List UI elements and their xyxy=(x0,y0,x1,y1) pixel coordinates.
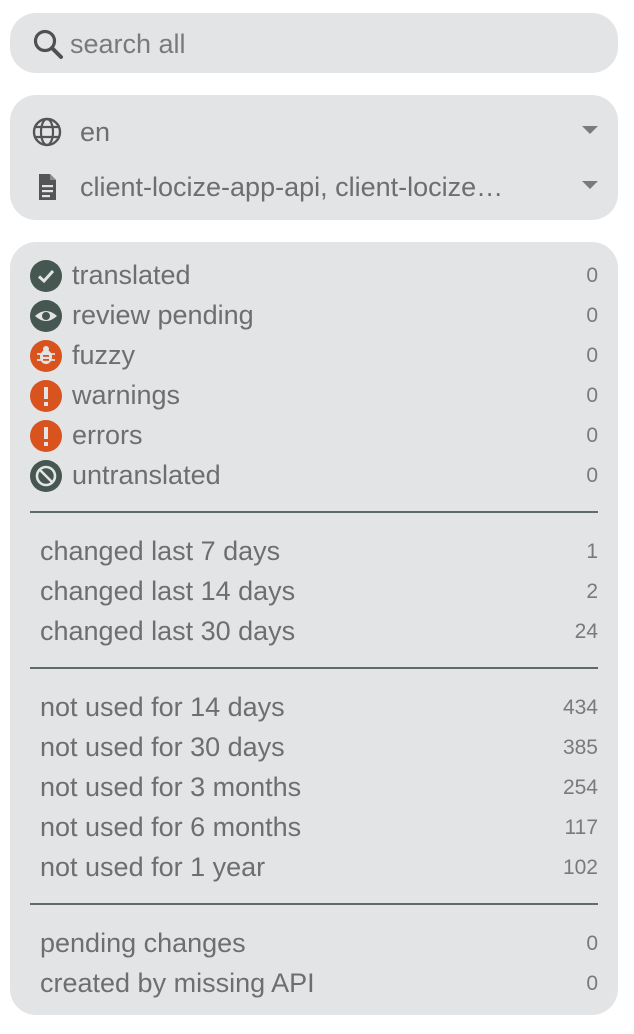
filter-label: errors xyxy=(72,420,143,450)
filter-count: 0 xyxy=(586,424,598,447)
chevron-down-icon xyxy=(582,126,598,134)
filter-errors[interactable]: errors 0 xyxy=(10,416,618,456)
chevron-down-icon xyxy=(582,181,598,189)
filter-count: 0 xyxy=(586,384,598,407)
filter-label: pending changes xyxy=(40,928,246,958)
filter-count: 24 xyxy=(574,620,598,643)
check-circle-icon xyxy=(30,260,62,292)
filter-created-by-missing-api[interactable]: created by missing API 0 xyxy=(10,964,618,1004)
bug-icon xyxy=(30,340,62,372)
filter-review-pending[interactable]: review pending 0 xyxy=(10,296,618,336)
search-bar[interactable]: search all xyxy=(10,13,618,73)
filter-label: not used for 1 year xyxy=(40,852,266,882)
filter-count: 0 xyxy=(586,464,598,487)
filter-label: created by missing API xyxy=(40,968,315,998)
filter-count: 102 xyxy=(562,856,598,879)
filter-pending-changes[interactable]: pending changes 0 xyxy=(10,924,618,964)
filter-not-used-3-months[interactable]: not used for 3 months 254 xyxy=(10,768,618,808)
filter-count: 254 xyxy=(562,776,598,799)
exclamation-icon xyxy=(30,380,62,412)
search-icon xyxy=(33,29,63,59)
filter-not-used-30-days[interactable]: not used for 30 days 385 xyxy=(10,728,618,768)
divider xyxy=(30,667,598,669)
namespace-select[interactable]: client-locize-app-api, client-locize… xyxy=(10,162,618,212)
filter-label: changed last 30 days xyxy=(40,616,296,646)
filter-count: 117 xyxy=(564,816,598,839)
filter-not-used-14-days[interactable]: not used for 14 days 434 xyxy=(10,688,618,728)
filter-changed-30-days[interactable]: changed last 30 days 24 xyxy=(10,612,618,652)
eye-icon xyxy=(30,300,62,332)
filter-label: fuzzy xyxy=(72,340,136,370)
exclamation-icon xyxy=(30,420,62,452)
filter-label: not used for 30 days xyxy=(40,732,285,762)
filter-label: review pending xyxy=(72,300,254,330)
filter-not-used-1-year[interactable]: not used for 1 year 102 xyxy=(10,848,618,888)
filter-count: 0 xyxy=(586,264,598,287)
filter-count: 2 xyxy=(586,580,598,603)
filter-warnings[interactable]: warnings 0 xyxy=(10,376,618,416)
filter-untranslated[interactable]: untranslated 0 xyxy=(10,456,618,496)
language-select[interactable]: en xyxy=(10,107,618,157)
filter-label: not used for 3 months xyxy=(40,772,302,802)
filter-translated[interactable]: translated 0 xyxy=(10,256,618,296)
filter-not-used-6-months[interactable]: not used for 6 months 117 xyxy=(10,808,618,848)
globe-icon xyxy=(32,117,62,147)
search-input[interactable]: search all xyxy=(70,29,186,60)
filter-count: 0 xyxy=(586,972,598,995)
filter-label: changed last 14 days xyxy=(40,576,296,606)
filter-count: 385 xyxy=(562,736,598,759)
divider xyxy=(30,903,598,905)
filter-label: changed last 7 days xyxy=(40,536,281,566)
document-icon xyxy=(39,174,56,200)
namespace-value: client-locize-app-api, client-locize… xyxy=(80,172,504,202)
filter-count: 434 xyxy=(562,696,598,719)
filter-label: not used for 6 months xyxy=(40,812,302,842)
filter-count: 0 xyxy=(586,304,598,327)
filter-label: warnings xyxy=(72,380,181,410)
selector-panel: en client-locize-app-api, client-locize… xyxy=(10,95,618,220)
filter-panel: translated 0 review pending 0 fuzzy 0 wa… xyxy=(10,242,618,1015)
block-icon xyxy=(30,460,62,492)
filter-label: untranslated xyxy=(72,460,221,490)
language-value: en xyxy=(80,117,111,147)
filter-count: 0 xyxy=(586,932,598,955)
filter-changed-7-days[interactable]: changed last 7 days 1 xyxy=(10,532,618,572)
divider xyxy=(30,511,598,513)
filter-changed-14-days[interactable]: changed last 14 days 2 xyxy=(10,572,618,612)
filter-count: 0 xyxy=(586,344,598,367)
filter-fuzzy[interactable]: fuzzy 0 xyxy=(10,336,618,376)
filter-count: 1 xyxy=(586,540,598,563)
filter-label: not used for 14 days xyxy=(40,692,285,722)
filter-label: translated xyxy=(72,260,191,290)
